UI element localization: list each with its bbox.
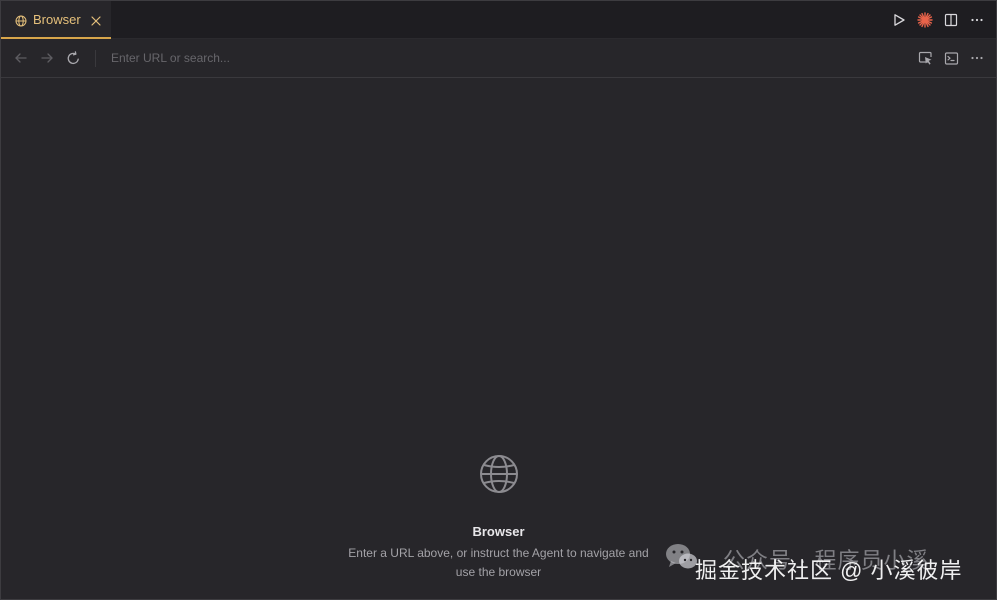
globe-icon: [479, 454, 519, 494]
empty-state-description: Enter a URL above, or instruct the Agent…: [348, 546, 649, 579]
browser-viewport: Browser Enter a URL above, or instruct t…: [1, 78, 996, 599]
empty-state-title: Browser: [472, 524, 525, 539]
agent-spark-icon[interactable]: [916, 11, 934, 29]
play-icon[interactable]: [890, 11, 908, 29]
watermark-line-2: 掘金技术社区 @ 小溪彼岸: [695, 558, 963, 583]
console-icon[interactable]: [942, 49, 960, 67]
browser-tools: [908, 49, 986, 67]
navigation-bar: [1, 39, 996, 78]
browser-window: Browser Enter URL or search... Browser E…: [0, 0, 997, 600]
arrow-left-icon[interactable]: [13, 50, 29, 66]
tab-bar: Browser: [1, 1, 996, 39]
watermark: 公众号 · 程序员小溪 掘金技术社区 @ 小溪彼岸: [665, 541, 995, 591]
more-icon[interactable]: [968, 11, 986, 29]
tab-browser[interactable]: Browser: [1, 1, 111, 39]
close-icon[interactable]: [90, 14, 102, 26]
arrow-right-icon[interactable]: [39, 50, 55, 66]
more-icon[interactable]: [968, 49, 986, 67]
globe-icon: [15, 14, 27, 27]
url-separator: [95, 50, 96, 67]
split-editor-icon[interactable]: [942, 11, 960, 29]
title-actions: [882, 11, 986, 29]
select-element-icon[interactable]: [916, 49, 934, 67]
tab-label: Browser: [33, 12, 81, 27]
reload-icon[interactable]: [65, 50, 81, 66]
url-input[interactable]: [105, 47, 895, 69]
wechat-logo: [665, 543, 699, 571]
